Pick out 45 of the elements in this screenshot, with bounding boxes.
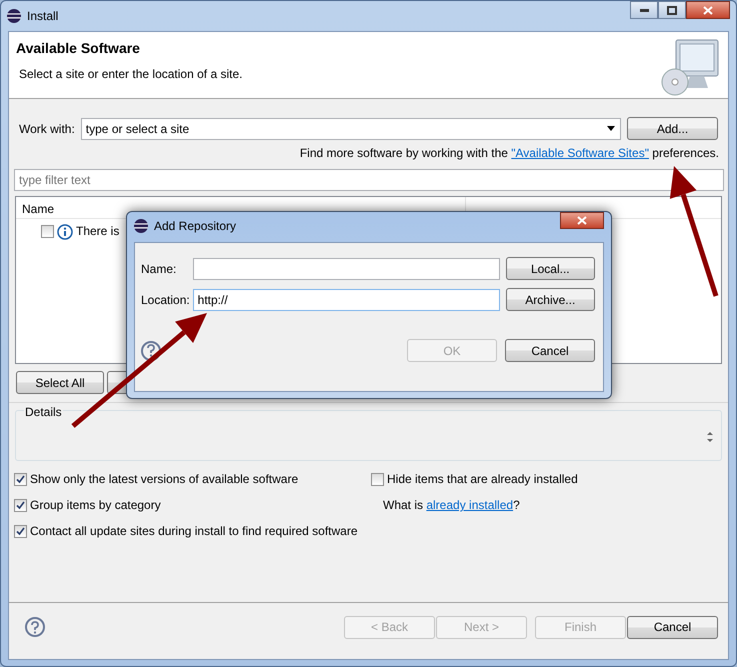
minimize-button[interactable] [630,1,658,19]
checkbox[interactable] [14,524,27,538]
sites-link[interactable]: "Available Software Sites" [511,146,649,160]
local-button[interactable]: Local... [506,257,595,280]
minimize-icon [640,8,648,12]
select-all-button[interactable]: Select All [16,371,104,394]
option-label: Hide items that are already installed [387,471,578,488]
dropdown-arrow-icon[interactable] [607,126,615,130]
page-subtitle: Select a site or enter the location of a site. [19,66,242,83]
installed-note: What is already installed? [382,497,521,514]
checkbox[interactable] [14,472,27,486]
add-button[interactable]: Add... [627,117,718,140]
work-with-label: Work with: [19,120,75,138]
option-label: Contact all update sites during install to find required software [30,523,358,540]
option-label: Group items by category [30,497,161,514]
app-icon [7,8,21,22]
filter-field[interactable]: type filter text [14,169,724,191]
checkbox[interactable] [41,224,54,238]
app-icon [134,219,148,233]
table-cell-text: There is [76,223,120,240]
wizard-button[interactable]: Cancel [627,616,718,638]
info-icon [57,222,73,240]
close-button[interactable] [686,1,730,19]
help-icon[interactable] [25,617,45,637]
sites-note: Find more software by working with the "Available Software Sites" preferences. [298,145,719,162]
checkbox[interactable] [14,498,27,512]
location-field[interactable]: http:// [192,288,500,310]
archive-button[interactable]: Archive... [506,288,595,311]
name-field[interactable] [192,258,500,280]
field-label: Name: [141,260,178,278]
maximize-button[interactable] [658,1,686,19]
checkbox[interactable] [371,472,384,486]
field-label: Location: [141,292,191,308]
help-icon[interactable] [141,340,161,360]
close-icon [577,216,587,225]
maximize-icon [667,6,677,14]
installed-link[interactable]: already installed [426,498,514,512]
cancel-button[interactable]: Cancel [505,339,595,362]
dialog-title: Add Repository [154,218,238,235]
page-title: Available Software [16,39,141,58]
close-icon [703,6,713,14]
option-label: Show only the latest versions of available software [30,471,298,488]
site-combo[interactable]: type or select a site [80,118,621,140]
window-title: Install [27,8,60,24]
close-button[interactable] [560,212,604,229]
